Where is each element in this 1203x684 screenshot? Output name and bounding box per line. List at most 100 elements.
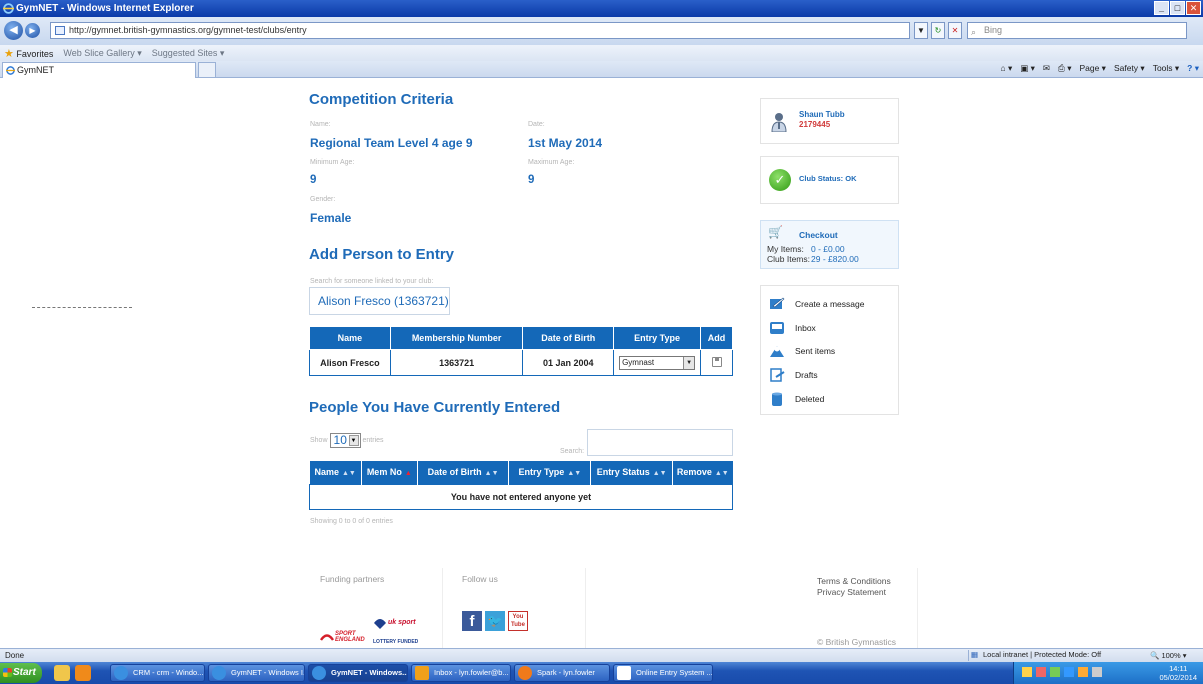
star-icon: ★ bbox=[4, 47, 14, 60]
start-button[interactable]: Start bbox=[0, 663, 42, 683]
windows-taskbar: Start CRM - crm - Windo... GymNET - Wind… bbox=[0, 662, 1203, 684]
sport-england-logo[interactable]: SPORT ENGLAND uk sport LOTTERY FUNDED bbox=[320, 617, 425, 647]
task-word[interactable]: Online Entry System ... bbox=[613, 664, 713, 682]
col-dob: Date of Birth bbox=[522, 326, 615, 350]
table-row: Alison Fresco 1363721 01 Jan 2004 Gymnas… bbox=[309, 349, 733, 376]
club-status-text: Club Status: OK bbox=[799, 174, 857, 183]
task-crm[interactable]: CRM - crm - Windo... bbox=[110, 664, 205, 682]
minimize-button[interactable]: _ bbox=[1154, 1, 1169, 15]
refresh-button[interactable]: ↻ bbox=[931, 22, 945, 39]
competition-name: Regional Team Level 4 age 9 bbox=[310, 136, 473, 150]
person-search-label: Search for someone linked to your club: bbox=[310, 278, 434, 285]
my-items-row: My Items: 0 - £0.00 bbox=[767, 244, 845, 254]
clock[interactable]: 14:11 05/02/2014 bbox=[1159, 664, 1197, 682]
col-membership: Membership Number bbox=[389, 326, 524, 350]
task-spark[interactable]: Spark - lyn.fowler bbox=[514, 664, 610, 682]
print-icon[interactable]: ⎙ ▾ bbox=[1058, 63, 1071, 74]
col-entry-type-sort[interactable]: Entry Type ▲▼ bbox=[508, 461, 592, 484]
safety-menu[interactable]: Safety ▾ bbox=[1114, 63, 1145, 74]
youtube-icon[interactable]: You Tube bbox=[508, 611, 528, 631]
ie-task-icon bbox=[114, 666, 128, 680]
system-tray: 14:11 05/02/2014 bbox=[1013, 662, 1203, 684]
mail-icon[interactable]: ✉ bbox=[1043, 63, 1050, 74]
tab-gymnet[interactable]: GymNET bbox=[2, 62, 196, 78]
user-id: 2179445 bbox=[799, 120, 831, 129]
sent-items-link[interactable]: Sent items bbox=[769, 341, 893, 361]
filter-input[interactable] bbox=[587, 429, 733, 456]
twitter-icon[interactable]: 🐦 bbox=[485, 611, 505, 631]
deleted-link[interactable]: Deleted bbox=[769, 389, 893, 409]
tools-menu[interactable]: Tools ▾ bbox=[1153, 63, 1179, 74]
user-name[interactable]: Shaun Tubb bbox=[799, 110, 845, 119]
home-icon[interactable]: ⌂ ▾ bbox=[1000, 63, 1012, 74]
col-memno-sort[interactable]: Mem No ▲ bbox=[361, 461, 418, 484]
facebook-icon[interactable]: f bbox=[462, 611, 482, 631]
forward-button[interactable]: ▶ bbox=[25, 23, 40, 38]
page-menu[interactable]: Page ▾ bbox=[1079, 63, 1105, 74]
min-age-value: 9 bbox=[310, 174, 317, 186]
max-age-label: Maximum Age: bbox=[528, 159, 575, 166]
url-dropdown-button[interactable]: ▼ bbox=[914, 22, 928, 39]
sort-icon: ▲▼ bbox=[484, 470, 499, 478]
search-input[interactable]: ⌕ Bing bbox=[967, 22, 1187, 39]
criteria-heading: Competition Criteria bbox=[309, 91, 454, 108]
help-icon[interactable]: ? ▾ bbox=[1187, 63, 1199, 74]
filter-label: Search: bbox=[560, 448, 585, 455]
window-controls: _ □ ✕ bbox=[1154, 1, 1201, 15]
close-button[interactable]: ✕ bbox=[1186, 1, 1201, 15]
media-icon[interactable] bbox=[75, 665, 91, 681]
footer-divider bbox=[917, 568, 918, 648]
task-gymnet-2[interactable]: GymNET - Windows... bbox=[308, 664, 408, 682]
sent-icon bbox=[770, 346, 784, 357]
user-icon bbox=[771, 113, 787, 132]
col-entry-status-sort[interactable]: Entry Status ▲▼ bbox=[590, 461, 674, 484]
sort-icon: ▲▼ bbox=[567, 470, 582, 478]
web-slice-link[interactable]: Web Slice Gallery ▾ bbox=[63, 48, 141, 59]
tray-icon[interactable] bbox=[1022, 667, 1032, 677]
stop-button[interactable]: ✕ bbox=[948, 22, 962, 39]
terms-link[interactable]: Terms & Conditions bbox=[817, 576, 891, 586]
task-outlook[interactable]: Inbox - lyn.fowler@b... bbox=[411, 664, 511, 682]
follow-us-label: Follow us bbox=[462, 574, 498, 584]
save-icon[interactable] bbox=[711, 356, 722, 367]
row-name: Alison Fresco bbox=[309, 349, 391, 376]
zoom-level[interactable]: 🔍 100% ▾ bbox=[1150, 651, 1186, 660]
ie-tab-icon bbox=[6, 66, 15, 75]
entry-type-select[interactable]: Gymnast ▼ bbox=[619, 355, 696, 370]
feeds-icon[interactable]: ▣ ▾ bbox=[1020, 63, 1035, 74]
checkout-title[interactable]: Checkout bbox=[799, 230, 838, 240]
tray-icon[interactable] bbox=[1036, 667, 1046, 677]
command-bar: ⌂ ▾ ▣ ▾ ✉ ⎙ ▾ Page ▾ Safety ▾ Tools ▾ ? … bbox=[1000, 63, 1199, 74]
col-add: Add bbox=[700, 326, 733, 350]
tray-icon[interactable] bbox=[1050, 667, 1060, 677]
ie-logo-icon bbox=[3, 3, 14, 14]
col-name-sort[interactable]: Name ▲▼ bbox=[309, 461, 362, 484]
entered-heading: People You Have Currently Entered bbox=[309, 399, 561, 416]
privacy-link[interactable]: Privacy Statement bbox=[817, 587, 886, 597]
folder-icon[interactable] bbox=[54, 665, 70, 681]
drafts-link[interactable]: Drafts bbox=[769, 365, 893, 385]
tray-icon[interactable] bbox=[1092, 667, 1102, 677]
new-tab-button[interactable] bbox=[198, 62, 216, 78]
tray-icon[interactable] bbox=[1078, 667, 1088, 677]
inbox-link[interactable]: Inbox bbox=[769, 318, 893, 338]
checkout-panel[interactable]: 🛒 Checkout My Items: 0 - £0.00 Club Items… bbox=[760, 220, 899, 269]
page-size-select[interactable]: 10 ▼ bbox=[329, 433, 361, 448]
row-add-cell bbox=[700, 349, 733, 376]
favorites-button[interactable]: ★ Favorites bbox=[4, 47, 53, 60]
page-icon bbox=[55, 26, 65, 35]
security-zone[interactable]: ▦ Local intranet | Protected Mode: Off bbox=[968, 650, 1136, 661]
person-search-input[interactable]: Alison Fresco (1363721) bbox=[309, 287, 450, 315]
suggested-sites-link[interactable]: Suggested Sites ▾ bbox=[152, 48, 225, 59]
maximize-button[interactable]: □ bbox=[1170, 1, 1185, 15]
date-label: Date: bbox=[528, 121, 545, 128]
task-gymnet-1[interactable]: GymNET - Windows I... bbox=[208, 664, 305, 682]
col-dob-sort[interactable]: Date of Birth ▲▼ bbox=[417, 461, 510, 484]
create-message-link[interactable]: Create a message bbox=[769, 294, 893, 314]
word-icon bbox=[617, 666, 631, 680]
col-remove-sort[interactable]: Remove ▲▼ bbox=[672, 461, 733, 484]
col-name: Name bbox=[309, 326, 391, 350]
url-input[interactable]: http://gymnet.british-gymnastics.org/gym… bbox=[50, 22, 910, 39]
back-button[interactable]: ◀ bbox=[4, 21, 23, 40]
tray-icon[interactable] bbox=[1064, 667, 1074, 677]
